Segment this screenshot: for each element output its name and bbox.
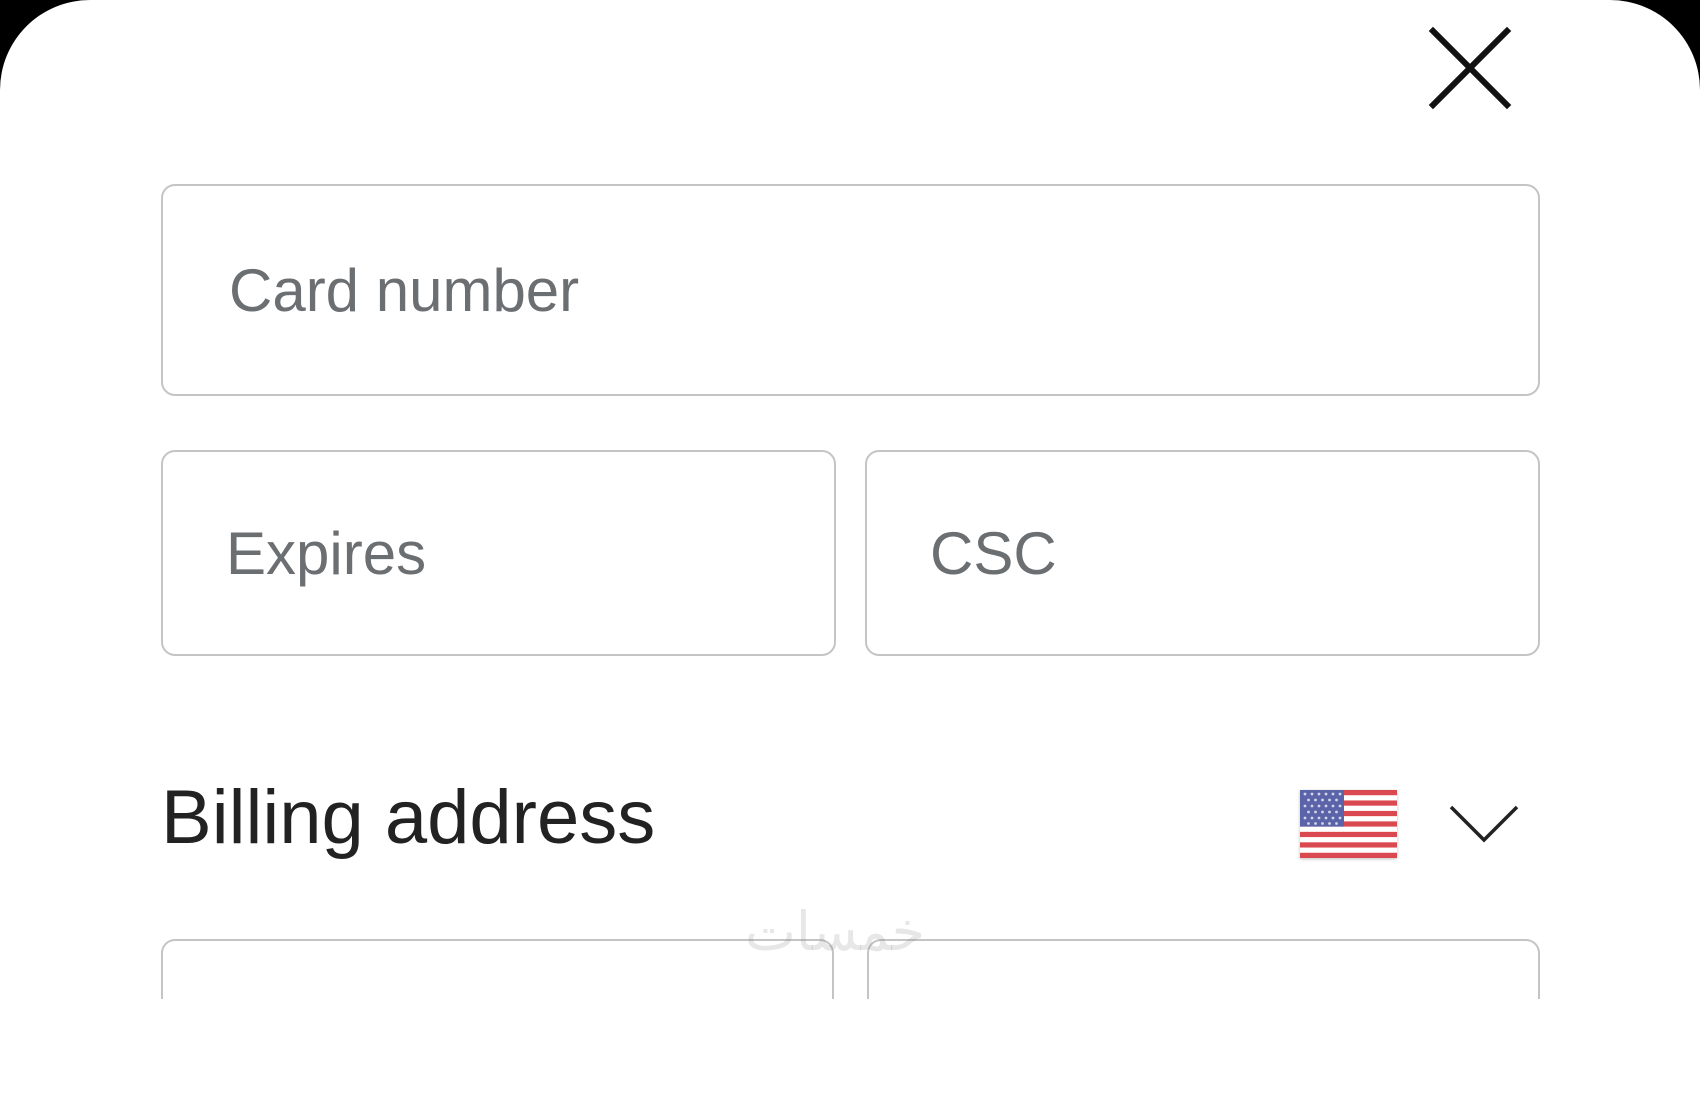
payment-sheet: Billing address bbox=[0, 0, 1700, 1100]
card-number-input[interactable] bbox=[163, 186, 1538, 394]
chevron-down-icon bbox=[1449, 805, 1519, 843]
us-flag-icon bbox=[1300, 790, 1397, 858]
expires-field[interactable] bbox=[161, 450, 836, 656]
first-name-field[interactable] bbox=[161, 939, 834, 999]
billing-address-title: Billing address bbox=[161, 775, 656, 860]
country-select[interactable] bbox=[1290, 780, 1550, 876]
watermark: خمسات bbox=[745, 900, 926, 963]
close-icon bbox=[1428, 26, 1512, 110]
card-number-field[interactable] bbox=[161, 184, 1540, 396]
expires-input[interactable] bbox=[163, 452, 834, 654]
last-name-field[interactable] bbox=[867, 939, 1540, 999]
csc-input[interactable] bbox=[867, 452, 1538, 654]
close-button[interactable] bbox=[1420, 18, 1520, 118]
csc-field[interactable] bbox=[865, 450, 1540, 656]
